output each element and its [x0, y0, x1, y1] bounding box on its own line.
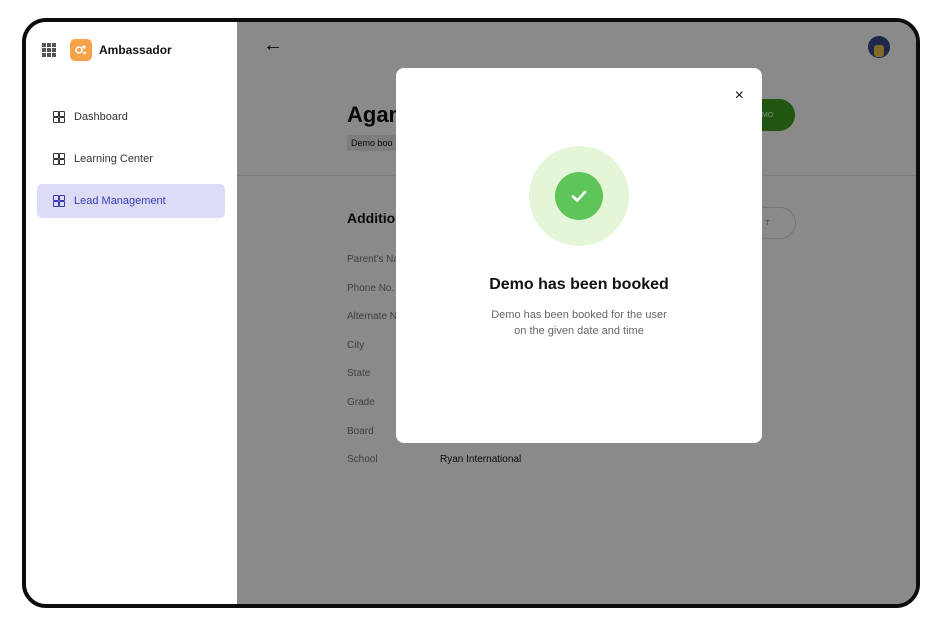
sidebar-item-label: Learning Center [74, 153, 153, 165]
modal-message-line: Demo has been booked for the user [491, 309, 667, 321]
brand: Ambassador [42, 39, 172, 61]
sidebar-nav: Dashboard Learning Center Lead Managemen… [37, 100, 225, 226]
grid-2x2-icon [53, 111, 65, 123]
close-icon[interactable]: × [735, 88, 744, 104]
grid-2x2-icon [53, 153, 65, 165]
sidebar-item-label: Dashboard [74, 111, 128, 123]
sidebar-item-learning-center[interactable]: Learning Center [37, 142, 225, 176]
modal-message: Demo has been booked for the user on the… [466, 307, 692, 339]
sidebar-item-dashboard[interactable]: Dashboard [37, 100, 225, 134]
check-circle-icon [555, 172, 603, 220]
ambassador-logo-icon [70, 39, 92, 61]
sidebar-item-label: Lead Management [74, 195, 166, 207]
sidebar-item-lead-management[interactable]: Lead Management [37, 184, 225, 218]
success-modal: × Demo has been booked Demo has been boo… [396, 68, 762, 443]
grid-2x2-icon [53, 195, 65, 207]
app-frame: Ambassador Dashboard Learning Center Lea… [22, 18, 920, 608]
success-ring [529, 146, 629, 246]
sidebar: Ambassador Dashboard Learning Center Lea… [26, 22, 237, 604]
app-name: Ambassador [99, 43, 172, 57]
modal-message-line: on the given date and time [514, 325, 644, 337]
apps-grid-icon[interactable] [42, 43, 56, 57]
modal-title: Demo has been booked [489, 276, 669, 293]
